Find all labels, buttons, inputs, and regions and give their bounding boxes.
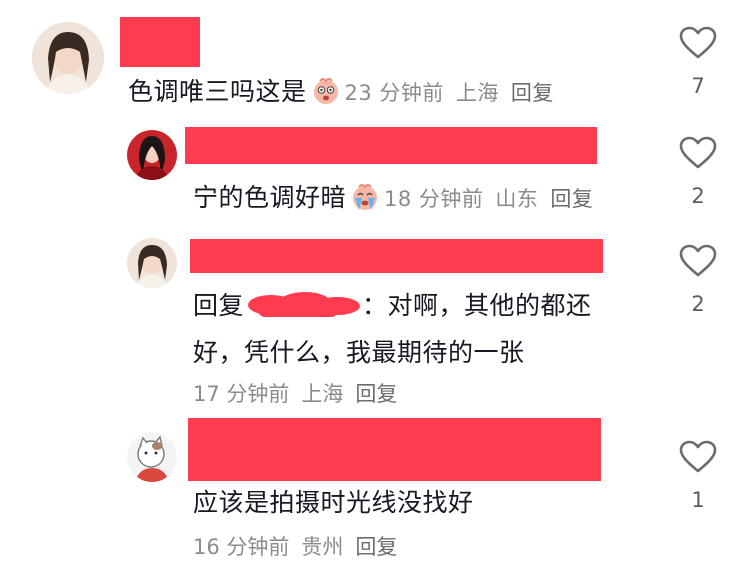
comment-text: 宁的色调好暗 bbox=[193, 183, 347, 212]
reply-button[interactable]: 回复 bbox=[355, 382, 397, 406]
comment-text-line: 回复 ：对啊，其他的都还 bbox=[193, 286, 592, 322]
heart-outline-icon bbox=[679, 440, 717, 473]
like-count: 1 bbox=[691, 488, 705, 512]
comment-location: 山东 bbox=[495, 187, 539, 211]
redacted-username bbox=[185, 127, 597, 164]
comment-time: 17 分钟前 bbox=[193, 382, 290, 406]
comment-location: 贵州 bbox=[301, 535, 344, 559]
like-button[interactable]: 2 bbox=[678, 136, 718, 208]
comment-meta: 18 分钟前 山东 回复 bbox=[384, 187, 593, 211]
reply-prefix: 回复 bbox=[193, 291, 245, 320]
reply-button[interactable]: 回复 bbox=[511, 81, 554, 105]
like-count: 2 bbox=[691, 184, 705, 208]
comment-time: 16 分钟前 bbox=[193, 535, 290, 559]
comment-text-line: 应该是拍摄时光线没找好 bbox=[193, 488, 474, 517]
comment-time: 23 分钟前 bbox=[344, 81, 444, 105]
redacted-username bbox=[190, 239, 603, 273]
comment-location: 上海 bbox=[301, 382, 344, 406]
comment-meta: 17 分钟前 上海 回复 bbox=[193, 378, 397, 408]
redacted-mention bbox=[244, 291, 362, 319]
heart-outline-icon bbox=[679, 26, 717, 59]
avatar[interactable] bbox=[32, 22, 104, 94]
comment-text: 色调唯三吗这是 bbox=[128, 77, 307, 106]
like-button[interactable]: 2 bbox=[678, 244, 718, 316]
comment-time: 18 分钟前 bbox=[384, 187, 484, 211]
like-count: 2 bbox=[691, 292, 705, 316]
comment-location: 上海 bbox=[455, 81, 499, 105]
like-button[interactable]: 7 bbox=[678, 26, 718, 98]
reply-button[interactable]: 回复 bbox=[550, 187, 593, 211]
comment-meta: 16 分钟前 贵州 回复 bbox=[193, 531, 397, 561]
comment-meta: 23 分钟前 上海 回复 bbox=[345, 81, 554, 105]
avatar[interactable] bbox=[127, 238, 177, 288]
heart-outline-icon bbox=[679, 136, 717, 169]
comment-item: 回复 ：对啊，其他的都还 好，凭什么，我最期待的一张 17 分钟前 上海 回复 2 bbox=[0, 230, 750, 415]
avatar[interactable] bbox=[127, 130, 177, 180]
shocked-face-emoji-icon bbox=[311, 76, 341, 112]
like-button[interactable]: 1 bbox=[678, 440, 718, 512]
like-count: 7 bbox=[691, 74, 705, 98]
comment-item: 宁的色调好暗 18 分钟前 山东 回复 2 bbox=[0, 120, 750, 230]
avatar[interactable] bbox=[127, 432, 177, 482]
comment-item: 色调唯三吗这是 23 分钟前 上海 回复 7 bbox=[0, 0, 750, 120]
comment-text: ：对啊，其他的都还 bbox=[362, 291, 592, 320]
redacted-username bbox=[120, 17, 200, 67]
redacted-username bbox=[188, 418, 601, 481]
comment-text-line-2: 好，凭什么，我最期待的一张 bbox=[193, 338, 525, 367]
crying-face-emoji-icon bbox=[350, 182, 380, 218]
heart-outline-icon bbox=[679, 244, 717, 277]
comment-item: 应该是拍摄时光线没找好 16 分钟前 贵州 回复 1 bbox=[0, 415, 750, 587]
comment-text-line: 色调唯三吗这是 23 分钟前 上海 回复 bbox=[128, 72, 554, 112]
reply-button[interactable]: 回复 bbox=[355, 535, 397, 559]
comment-text-line: 宁的色调好暗 18 分钟前 山东 回复 bbox=[193, 178, 593, 218]
